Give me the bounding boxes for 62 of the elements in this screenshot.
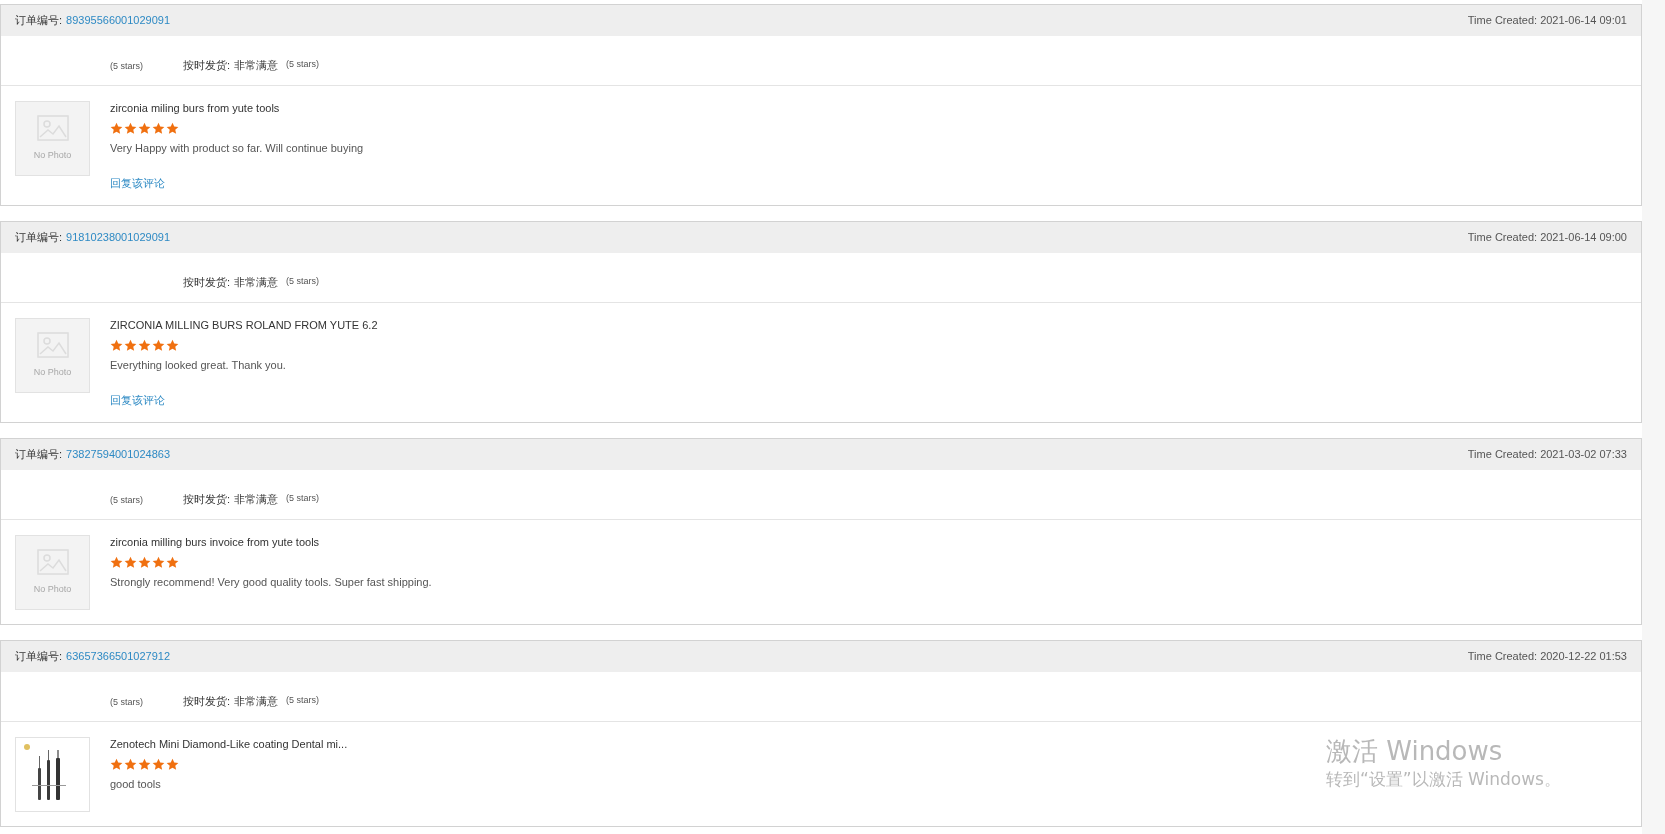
activation-text: 转到“设置”以激活 Windows。 — [1326, 768, 1561, 791]
star-icon — [166, 556, 179, 569]
rating-note: (5 stars) — [110, 493, 143, 507]
order-number-link[interactable]: 91810238001029091 — [66, 229, 171, 246]
review-comment: Everything looked great. Thank you. — [110, 358, 287, 373]
star-icon — [138, 122, 151, 135]
activation-title: 激活 Windows — [1326, 735, 1504, 767]
rating-note: (5 stars) — [286, 694, 320, 707]
star-icon — [138, 758, 151, 771]
rating-label: 按时发货: — [183, 693, 231, 709]
star-icon — [110, 339, 123, 352]
product-title: Zenotech Mini Diamond-Like coating Dental mi... — [110, 737, 348, 751]
product-title: zirconia milling burs invoice from yute tools — [110, 535, 321, 549]
no-photo-text: No Photo — [33, 582, 72, 596]
star-icon — [166, 122, 179, 135]
reply-link[interactable]: 回复该评论 — [110, 391, 378, 408]
rating-value: 非常满意 — [234, 274, 279, 290]
rating-note: (5 stars) — [110, 695, 143, 709]
star-icon — [110, 758, 123, 771]
star-icon — [152, 122, 165, 135]
star-icon — [124, 758, 137, 771]
time-created: Time Created: 2020-12-22 01:53 — [1467, 649, 1627, 665]
review-comment: good tools — [110, 777, 162, 792]
order-label: 订单编号: — [15, 13, 63, 29]
order-label: 订单编号: — [15, 649, 63, 665]
review-comment: Strongly recommend! Very good quality tools. Super fast shipping. — [110, 575, 432, 590]
star-icon — [138, 339, 151, 352]
star-icon — [152, 556, 165, 569]
rating-value: 非常满意 — [234, 491, 279, 507]
no-photo-text: No Photo — [33, 365, 72, 379]
time-created: Time Created: 2021-06-14 09:01 — [1467, 13, 1627, 29]
star-icon — [110, 556, 123, 569]
star-icon — [110, 122, 123, 135]
rating-value: 非常满意 — [234, 693, 279, 709]
order-label: 订单编号: — [15, 447, 63, 463]
star-icon — [124, 339, 137, 352]
star-icon — [166, 758, 179, 771]
time-created: Time Created: 2021-06-14 09:00 — [1467, 230, 1627, 246]
star-icon — [124, 122, 137, 135]
star-icon — [152, 758, 165, 771]
rating-label: 按时发货: — [183, 57, 231, 73]
rating-label: 按时发货: — [183, 274, 231, 290]
rating-note: (5 stars) — [286, 492, 320, 505]
order-number-link[interactable]: 63657366501027912 — [66, 648, 171, 665]
review-comment: Very Happy with product so far. Will continue buying — [110, 141, 364, 156]
rating-note: (5 stars) — [110, 59, 143, 73]
product-title: zirconia miling burs from yute tools — [110, 101, 281, 115]
order-number-link[interactable]: 89395566001029091 — [66, 12, 171, 29]
rating-note: (5 stars) — [286, 275, 320, 288]
rating-note: (5 stars) — [286, 58, 320, 71]
order-label: 订单编号: — [15, 230, 63, 246]
star-icon — [152, 339, 165, 352]
star-icon — [124, 556, 137, 569]
rating-value: 非常满意 — [234, 57, 279, 73]
time-created: Time Created: 2021-03-02 07:33 — [1467, 447, 1627, 463]
order-number-link[interactable]: 73827594001024863 — [66, 446, 171, 463]
rating-label: 按时发货: — [183, 491, 231, 507]
no-photo-text: No Photo — [33, 148, 72, 162]
star-icon — [166, 339, 179, 352]
reply-link[interactable]: 回复该评论 — [110, 174, 364, 191]
star-icon — [138, 556, 151, 569]
product-title: ZIRCONIA MILLING BURS ROLAND FROM YUTE 6.2 — [110, 318, 378, 332]
